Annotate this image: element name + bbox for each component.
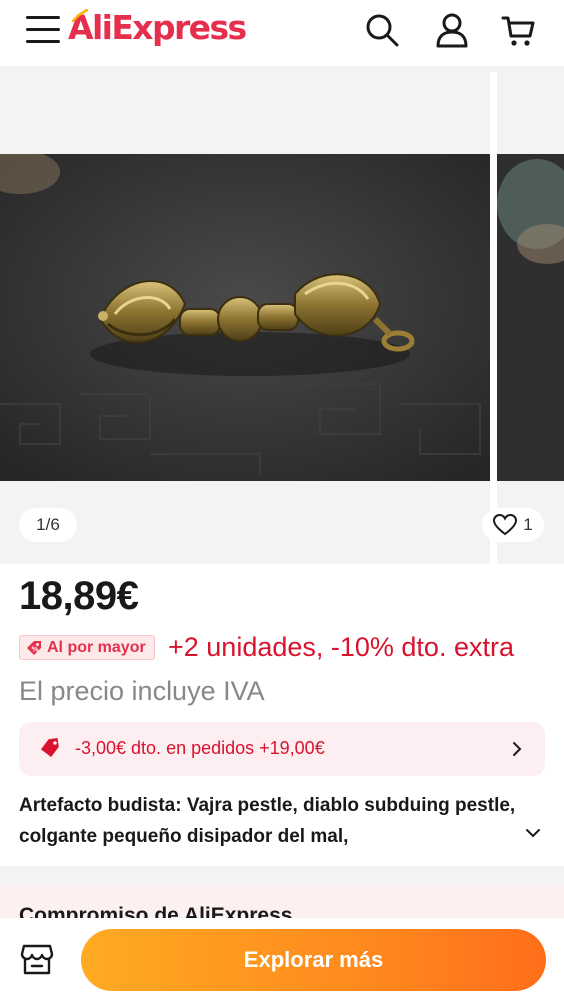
- product-image[interactable]: [0, 154, 490, 481]
- menu-icon[interactable]: [26, 15, 60, 45]
- next-product-image[interactable]: [497, 154, 564, 481]
- explore-more-button[interactable]: Explorar más: [81, 929, 546, 991]
- favorite-button[interactable]: 1: [482, 508, 544, 542]
- wholesale-offer: +2 unidades, -10% dto. extra: [168, 632, 514, 662]
- logo-spark-icon: [72, 9, 88, 22]
- logo-text: AliExpress: [68, 8, 247, 47]
- wholesale-badge-label: Al por mayor: [47, 638, 146, 656]
- search-icon[interactable]: [364, 12, 400, 48]
- tag-icon: [40, 737, 59, 758]
- slide-divider: [490, 72, 497, 564]
- svg-text:%: %: [32, 645, 39, 653]
- top-header: AliExpress: [0, 0, 564, 66]
- chevron-right-icon: [513, 742, 522, 756]
- aliexpress-logo[interactable]: AliExpress: [68, 8, 247, 47]
- store-icon[interactable]: [20, 942, 54, 976]
- product-title: Artefacto budista: Vajra pestle, diablo …: [19, 795, 516, 847]
- next-photo: [497, 154, 564, 481]
- expand-title-chevron-icon[interactable]: [524, 827, 542, 839]
- user-icon[interactable]: [434, 12, 470, 48]
- bottom-action-bar: Explorar más: [0, 918, 564, 1000]
- coupon-banner[interactable]: -3,00€ dto. en pedidos +19,00€: [19, 722, 545, 776]
- cart-icon[interactable]: [500, 12, 536, 48]
- vajra-photo: [0, 154, 490, 481]
- section-separator: [0, 866, 564, 884]
- image-counter: 1/6: [19, 508, 77, 542]
- discount-tag-icon: %: [27, 640, 41, 655]
- product-gallery[interactable]: 1/6 1: [0, 66, 564, 564]
- product-price: 18,89€: [19, 574, 139, 618]
- favorites-count: 1: [523, 515, 533, 534]
- heart-icon: [493, 514, 518, 536]
- wholesale-badge: % Al por mayor: [19, 635, 155, 660]
- coupon-text: -3,00€ dto. en pedidos +19,00€: [75, 738, 325, 758]
- vat-note: El precio incluye IVA: [19, 676, 265, 706]
